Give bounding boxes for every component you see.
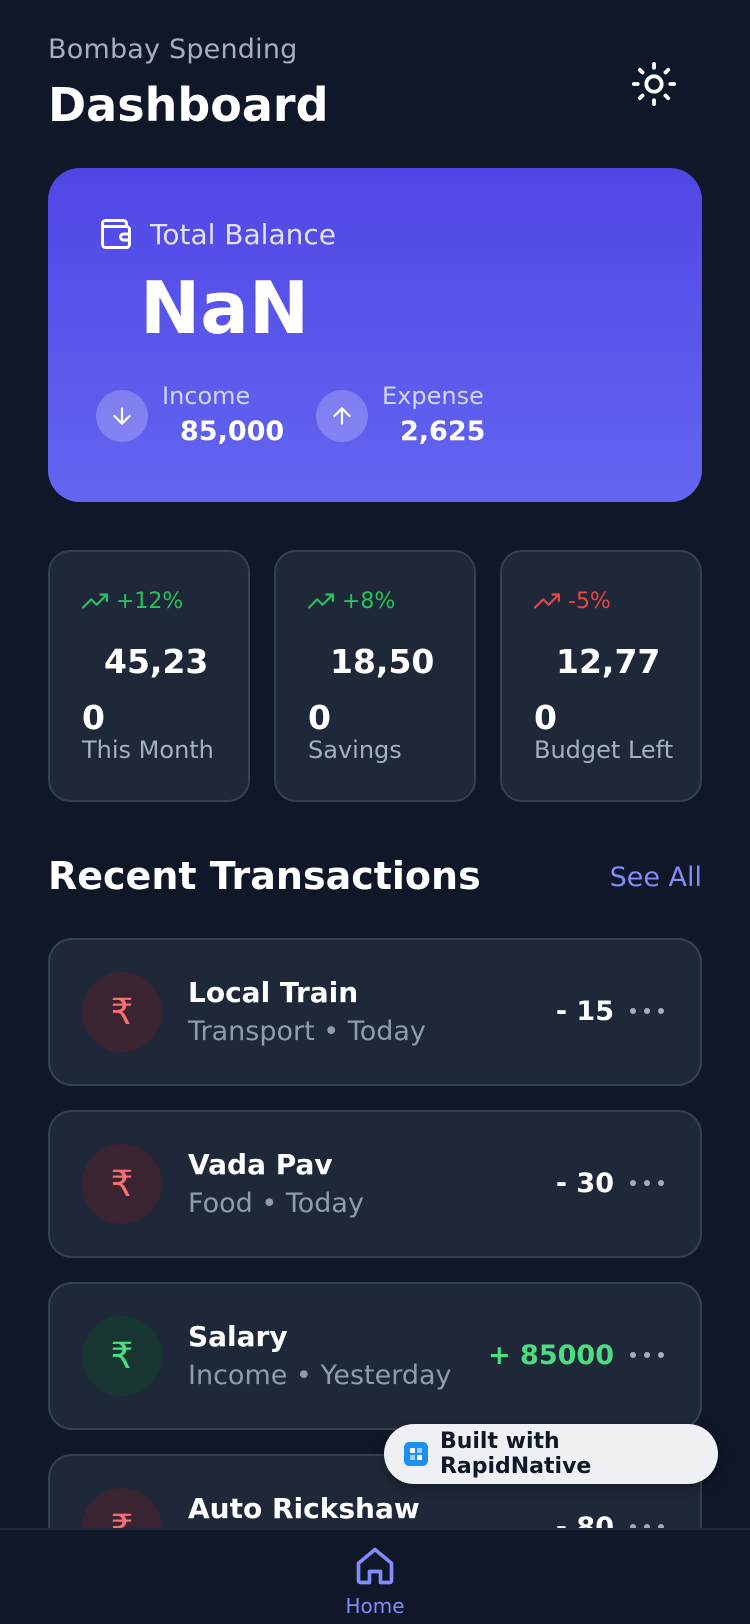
stat-card-savings[interactable]: +8% 18,500 Savings <box>274 550 476 802</box>
rapidnative-logo-icon <box>404 1442 428 1466</box>
arrow-up-icon <box>333 407 351 425</box>
stat-label: This Month <box>82 736 214 764</box>
transaction-subtitle: Transport • Today <box>188 1016 426 1047</box>
transaction-amount: + 85000 <box>488 1340 614 1371</box>
rupee-icon: ₹ <box>82 1316 162 1396</box>
badge-text: Built with RapidNative <box>439 1429 592 1479</box>
transaction-title: Local Train <box>188 976 359 1009</box>
stat-trend: +8% <box>308 588 395 614</box>
header: Bombay Spending Dashboard <box>48 34 702 134</box>
transaction-subtitle: Food • Today <box>188 1188 364 1219</box>
income-value: 85,000 <box>180 416 285 447</box>
stat-card-this-month[interactable]: +12% 45,230 This Month <box>48 550 250 802</box>
stat-value: 45,230 <box>82 642 209 737</box>
stat-value: 12,770 <box>534 642 661 737</box>
trending-up-icon <box>308 593 334 609</box>
stat-label: Budget Left <box>534 736 674 764</box>
home-icon <box>356 1547 394 1585</box>
stat-label: Savings <box>308 736 402 764</box>
bottom-tab-bar: Home <box>0 1528 750 1624</box>
balance-value: NaN <box>140 266 310 350</box>
tab-home[interactable]: Home <box>335 1544 415 1618</box>
expense-value: 2,625 <box>400 416 486 447</box>
balance-label: Total Balance <box>150 217 336 251</box>
stat-trend: -5% <box>534 588 611 614</box>
more-options-icon[interactable] <box>630 996 664 1026</box>
wallet-icon <box>101 219 131 249</box>
transaction-title: Auto Rickshaw <box>188 1492 420 1525</box>
stat-card-budget-left[interactable]: -5% 12,770 Budget Left <box>500 550 702 802</box>
sun-icon <box>631 61 677 107</box>
stat-trend: +12% <box>82 588 183 614</box>
rupee-icon: ₹ <box>82 1144 162 1224</box>
stats-row: +12% 45,230 This Month +8% 18,500 Saving… <box>48 550 702 802</box>
balance-card: Total Balance NaN Income 85,000 Expense … <box>48 168 702 502</box>
transaction-title: Salary <box>188 1320 288 1353</box>
trending-down-icon <box>534 593 560 609</box>
stat-trend-value: -5% <box>568 588 611 614</box>
transaction-item[interactable]: ₹ Salary Income • Yesterday + 85000 <box>48 1282 702 1430</box>
more-options-icon[interactable] <box>630 1340 664 1370</box>
app-subtitle: Bombay Spending <box>48 34 298 65</box>
transaction-subtitle: Income • Yesterday <box>188 1360 452 1391</box>
income-icon-wrap <box>96 390 148 442</box>
transaction-amount: - 30 <box>555 1168 614 1199</box>
more-options-icon[interactable] <box>630 1168 664 1198</box>
arrow-down-icon <box>113 407 131 425</box>
expense-icon-wrap <box>316 390 368 442</box>
theme-toggle-button[interactable] <box>630 60 678 108</box>
tab-home-label: Home <box>345 1594 405 1618</box>
page-title: Dashboard <box>48 78 329 132</box>
expense-label: Expense <box>382 382 484 410</box>
balance-label-row: Total Balance <box>98 216 336 252</box>
stat-value: 18,500 <box>308 642 435 737</box>
section-title: Recent Transactions <box>48 854 481 898</box>
built-with-badge[interactable]: Built with RapidNative <box>384 1424 718 1484</box>
expense-summary: Expense 2,625 <box>316 382 485 447</box>
transaction-amount: - 15 <box>555 996 614 1027</box>
income-summary: Income 85,000 <box>96 382 284 447</box>
transaction-item[interactable]: ₹ Local Train Transport • Today - 15 <box>48 938 702 1086</box>
rupee-icon: ₹ <box>82 972 162 1052</box>
transaction-title: Vada Pav <box>188 1148 333 1181</box>
trending-up-icon <box>82 593 108 609</box>
stat-trend-value: +8% <box>342 588 396 614</box>
stat-trend-value: +12% <box>116 588 184 614</box>
income-label: Income <box>162 382 251 410</box>
transaction-item[interactable]: ₹ Vada Pav Food • Today - 30 <box>48 1110 702 1258</box>
see-all-link[interactable]: See All <box>610 862 702 893</box>
